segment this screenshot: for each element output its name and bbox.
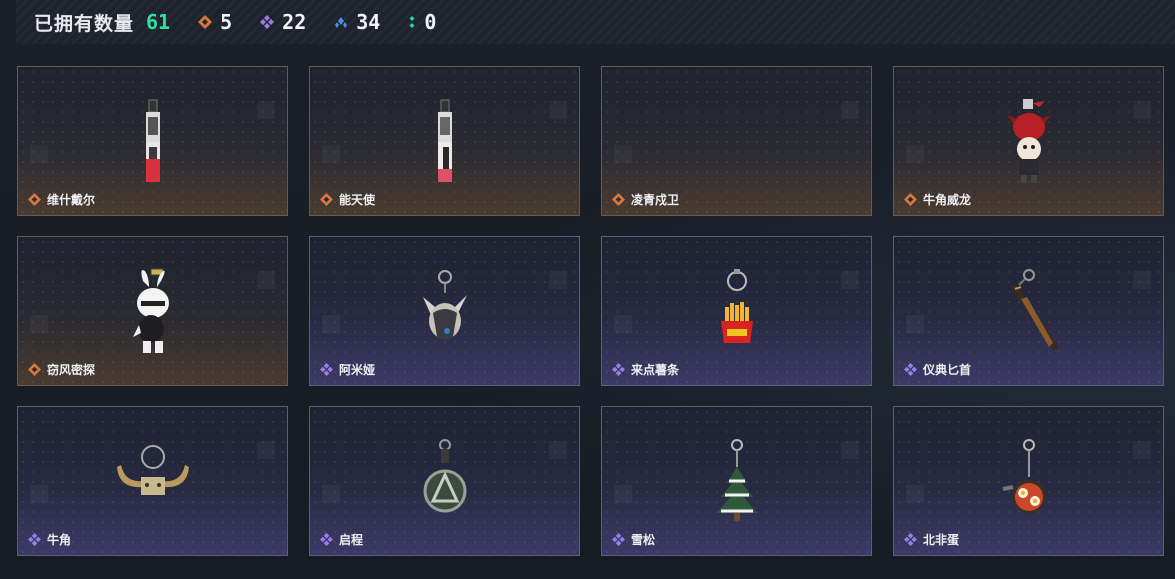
card-decoration [257, 271, 275, 289]
owned-count-bar: 已拥有数量 61 5 22 34 0 [16, 0, 1175, 44]
orange-diamond-icon [320, 193, 333, 206]
item-card[interactable]: 来点薯条 [601, 236, 872, 386]
card-decoration [322, 315, 340, 333]
keychain-rabbit-figure-icon [132, 268, 169, 353]
item-name: 凌青戍卫 [631, 193, 680, 207]
card-decoration [614, 315, 632, 333]
purple-diamond-icon [612, 533, 625, 546]
card-decoration [906, 485, 924, 503]
card-decoration [614, 485, 632, 503]
keychain-card-charm-icon [145, 99, 160, 182]
horns-icon [116, 445, 189, 495]
item-name: 能天使 [339, 193, 376, 207]
keychain-shakshuka-icon [1002, 439, 1046, 514]
purple-diamond-icon [612, 363, 625, 376]
card-decoration [1133, 101, 1151, 119]
card-decoration [906, 145, 924, 163]
blue-diamond-icon [335, 17, 348, 28]
item-name: 阿米娅 [339, 363, 376, 377]
stat-orange-count: 5 [220, 10, 233, 34]
keychain-bunny-plush-icon [422, 270, 467, 340]
card-decoration [549, 441, 567, 459]
stat-green-count: 0 [424, 10, 437, 34]
item-name: 维什戴尔 [47, 193, 96, 207]
item-label: 凌青戍卫 [612, 191, 679, 208]
item-label: 窃风密探 [28, 361, 95, 378]
card-decoration [257, 101, 275, 119]
item-label: 阿米娅 [320, 361, 375, 378]
purple-diamond-icon [320, 363, 333, 376]
item-card[interactable]: 雪松 [601, 406, 872, 556]
item-card[interactable]: 阿米娅 [309, 236, 580, 386]
orange-diamond-icon [28, 363, 41, 376]
card-decoration [322, 145, 340, 163]
item-label: 来点薯条 [612, 361, 679, 378]
card-decoration [614, 145, 632, 163]
orange-diamond-icon [612, 193, 625, 206]
item-name: 北非蛋 [923, 533, 960, 547]
purple-diamond-icon [260, 15, 275, 29]
item-name: 窃风密探 [47, 363, 96, 377]
green-dots-icon [409, 16, 415, 28]
item-label: 仪典匕首 [904, 361, 971, 378]
stat-blue-count: 34 [356, 10, 381, 34]
item-card[interactable]: 维什戴尔 [17, 66, 288, 216]
purple-diamond-icon [904, 533, 917, 546]
item-name: 仪典匕首 [923, 363, 972, 377]
card-decoration [549, 271, 567, 289]
item-label: 维什戴尔 [28, 191, 95, 208]
purple-diamond-icon [320, 533, 333, 546]
item-card[interactable]: 凌青戍卫 [601, 66, 872, 216]
item-name: 牛角 [47, 533, 72, 547]
item-name: 启程 [339, 533, 364, 547]
dagger-icon [1010, 269, 1059, 351]
item-card[interactable]: 牛角威龙 [893, 66, 1164, 216]
item-card[interactable]: 窃风密探 [17, 236, 288, 386]
orange-diamond-icon [28, 193, 41, 206]
item-card[interactable]: 牛角 [17, 406, 288, 556]
item-card[interactable]: 北非蛋 [893, 406, 1164, 556]
stat-orange: 5 [198, 10, 232, 34]
card-decoration [30, 145, 48, 163]
card-decoration [1133, 271, 1151, 289]
item-label: 能天使 [320, 191, 375, 208]
item-label: 北非蛋 [904, 531, 959, 548]
keychain-card-charm-icon [437, 99, 452, 182]
owned-count-title: 已拥有数量 [34, 12, 135, 35]
owned-count-total: 61 [146, 10, 171, 34]
keychain-grid: 维什戴尔 能天使 凌青戍卫 牛角威龙 窃风密探 阿米娅 来点薯条 仪典匕首 牛角… [17, 66, 1164, 556]
orange-diamond-icon [904, 193, 917, 206]
card-decoration [841, 271, 859, 289]
card-decoration [1133, 441, 1151, 459]
stat-purple: 22 [260, 10, 306, 34]
item-label: 启程 [320, 531, 363, 548]
keychain-fries-icon [720, 269, 753, 343]
item-name: 雪松 [631, 533, 656, 547]
item-card[interactable]: 启程 [309, 406, 580, 556]
card-decoration [322, 485, 340, 503]
item-name: 来点薯条 [631, 363, 680, 377]
item-label: 雪松 [612, 531, 655, 548]
item-label: 牛角威龙 [904, 191, 971, 208]
keychain-pine-tree-icon [716, 439, 757, 521]
card-decoration [906, 315, 924, 333]
item-label: 牛角 [28, 531, 71, 548]
card-decoration [549, 101, 567, 119]
card-decoration [841, 441, 859, 459]
card-decoration [841, 101, 859, 119]
purple-diamond-icon [28, 533, 41, 546]
item-card[interactable]: 能天使 [309, 66, 580, 216]
purple-diamond-icon [904, 363, 917, 376]
card-decoration [30, 315, 48, 333]
card-decoration [30, 485, 48, 503]
item-name: 牛角威龙 [923, 193, 972, 207]
keychain-medal-icon [423, 439, 466, 513]
item-card[interactable]: 仪典匕首 [893, 236, 1164, 386]
keychain-figure-charm-icon [1006, 99, 1051, 183]
card-decoration [257, 441, 275, 459]
stat-blue: 34 [334, 10, 380, 34]
stat-purple-count: 22 [282, 10, 307, 34]
stat-green: 0 [408, 10, 436, 34]
orange-diamond-icon [198, 15, 213, 29]
